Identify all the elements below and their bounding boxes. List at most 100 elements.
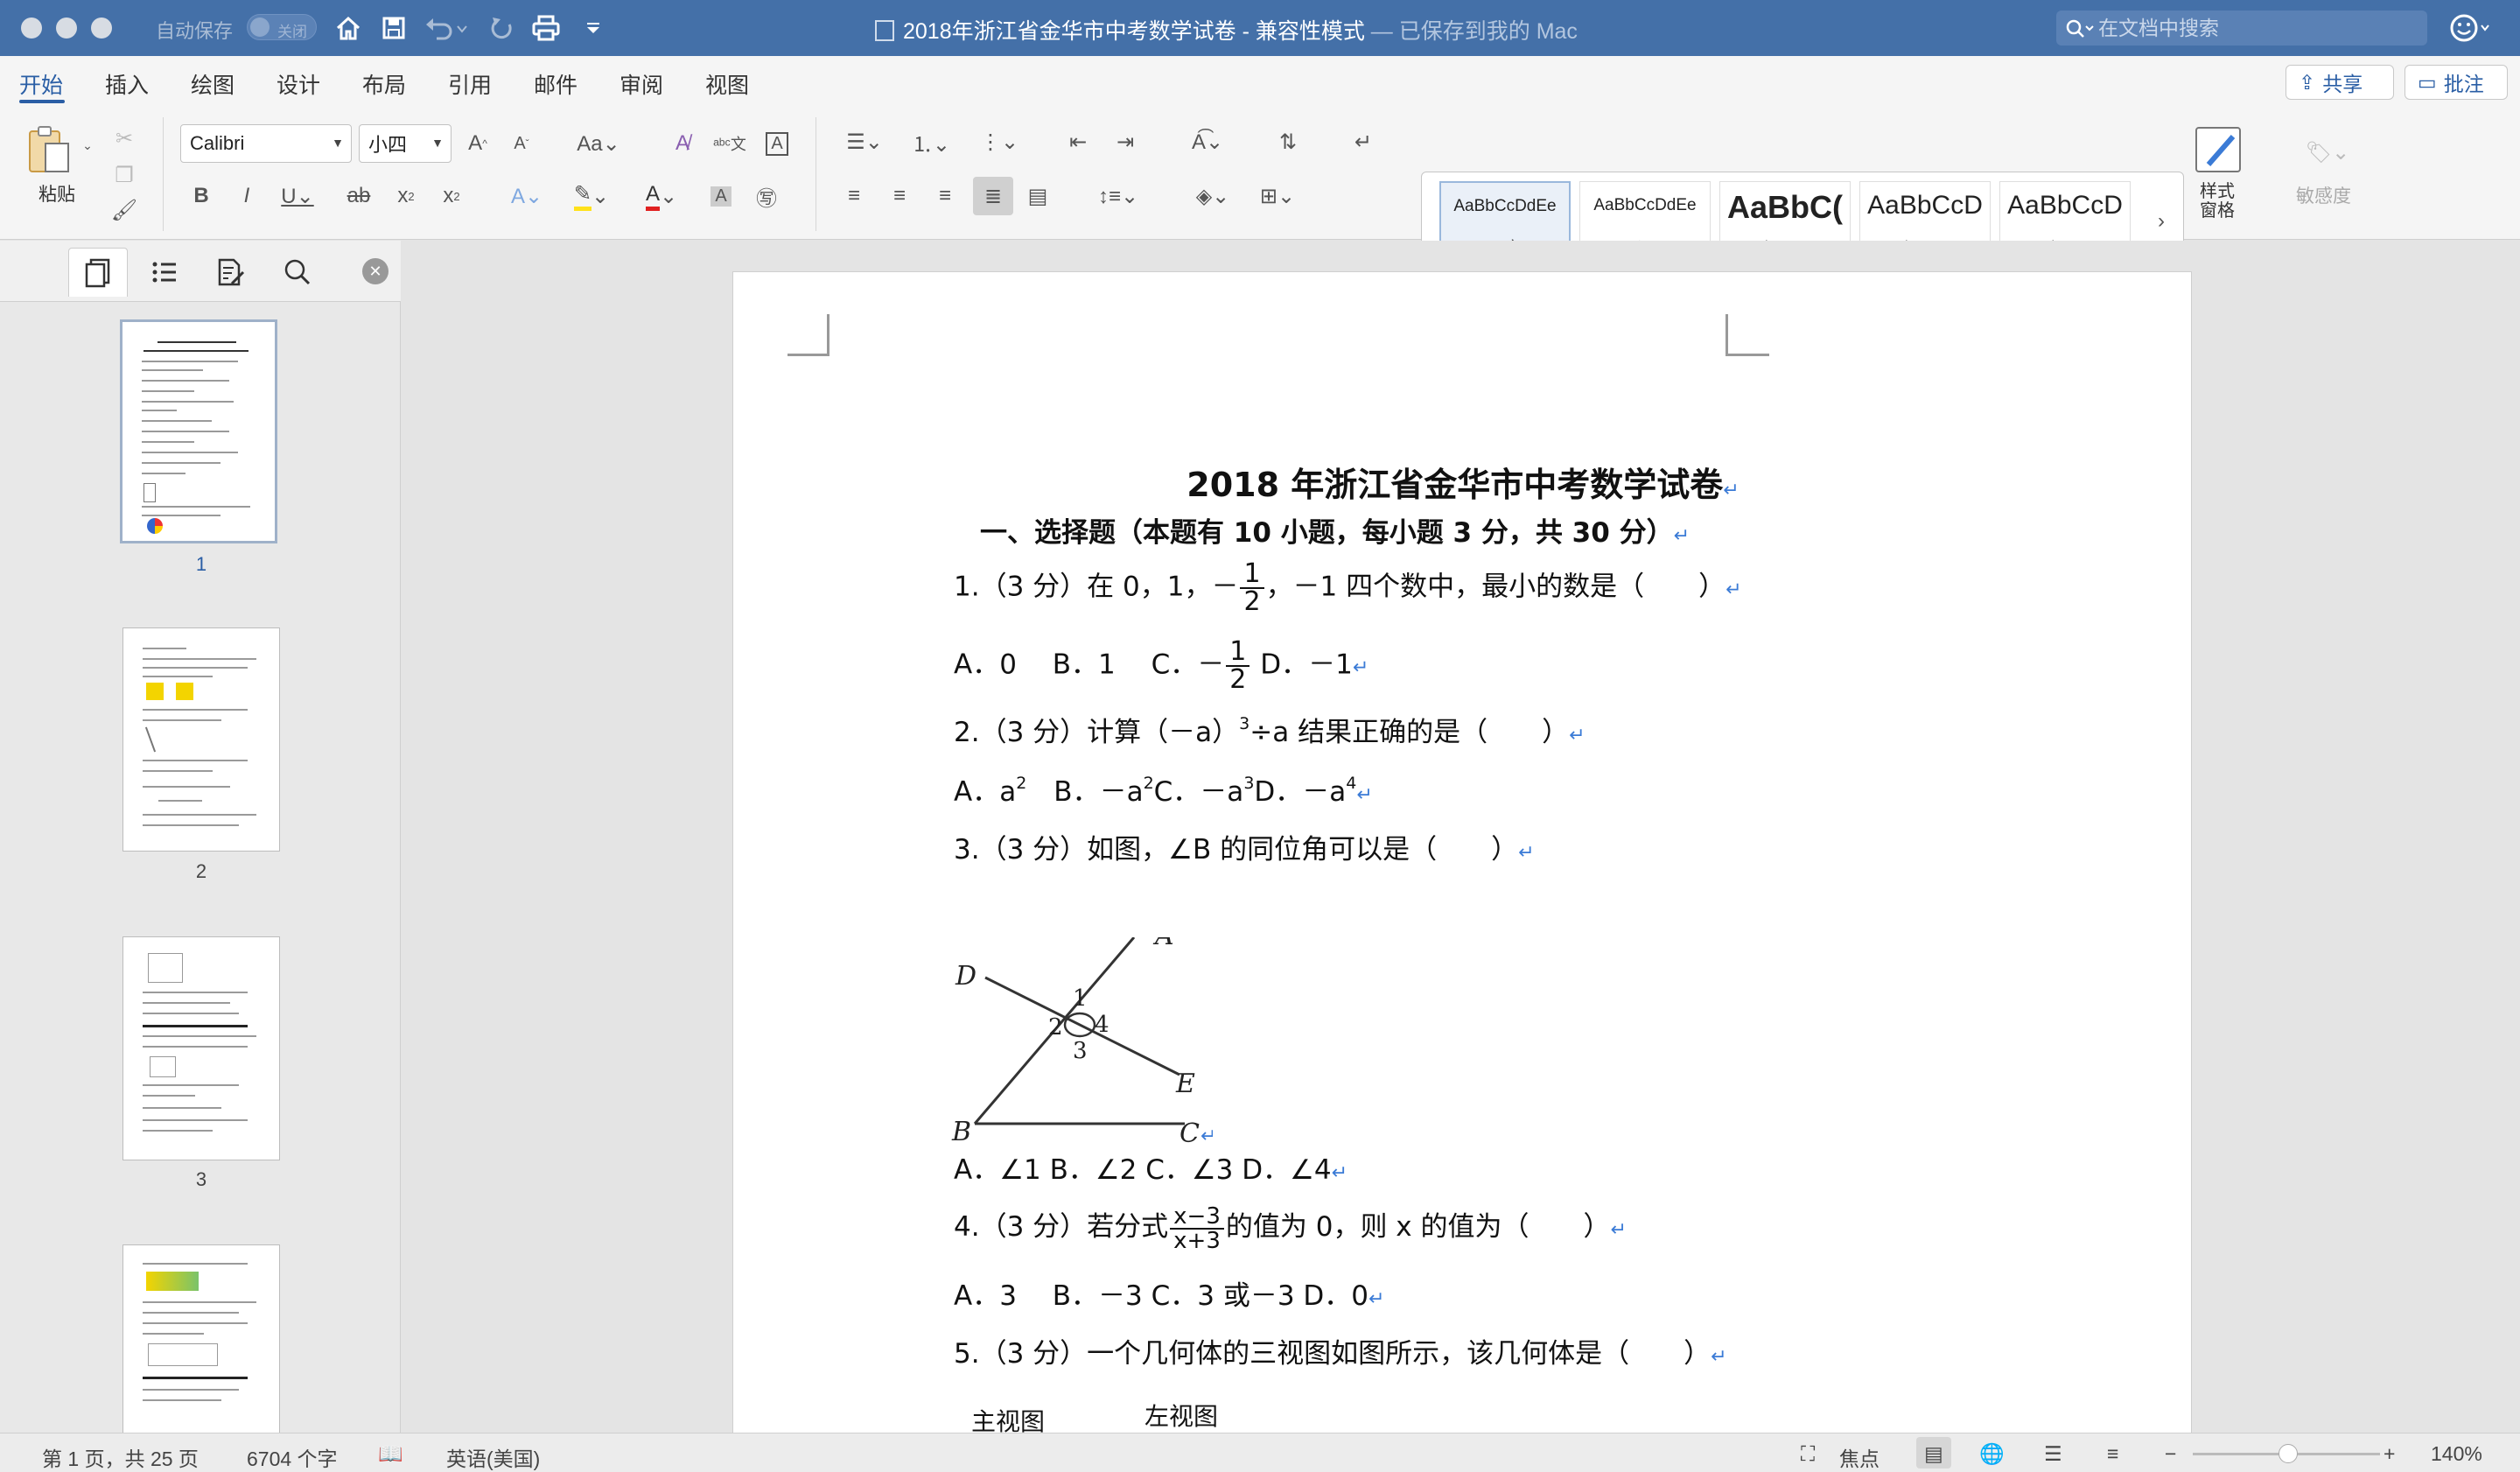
- section-heading: 一、选择题（本题有 10 小题，每小题 3 分，共 30 分）↵: [980, 517, 1690, 549]
- sort-icon[interactable]: ⇅: [1270, 124, 1306, 159]
- chinese-layout-icon[interactable]: A͡⌄: [1180, 124, 1236, 159]
- tab-references[interactable]: 引用: [448, 68, 492, 100]
- character-shading-icon[interactable]: A: [705, 179, 737, 214]
- justify-icon[interactable]: ≣: [973, 177, 1013, 215]
- autosave-label: 自动保存: [156, 20, 234, 42]
- font-name-combo[interactable]: Calibri ▼: [180, 124, 352, 163]
- superscript-icon[interactable]: x2: [436, 179, 467, 214]
- clear-formatting-icon[interactable]: A̸: [665, 126, 700, 161]
- align-left-icon[interactable]: ≡: [836, 179, 872, 214]
- italic-icon[interactable]: I: [231, 179, 262, 214]
- decrease-indent-icon[interactable]: ⇤: [1060, 124, 1096, 159]
- text-effects-icon[interactable]: A⌄: [502, 179, 551, 214]
- word-count[interactable]: 6704 个字: [247, 1442, 338, 1472]
- tab-view[interactable]: 视图: [705, 68, 749, 100]
- document-title: 2018年浙江省金华市中考数学试卷 - 兼容性模式 — 已保存到我的 Mac: [875, 14, 1578, 46]
- strikethrough-icon[interactable]: ab: [341, 179, 376, 214]
- minimize-window-button[interactable]: [56, 18, 77, 39]
- close-pane-icon[interactable]: ✕: [362, 258, 388, 284]
- tab-draw[interactable]: 绘图: [191, 68, 234, 100]
- numbering-icon[interactable]: ⒈⌄: [903, 124, 959, 159]
- copy-icon[interactable]: ❐: [108, 159, 140, 191]
- tab-layout[interactable]: 布局: [362, 68, 406, 100]
- grow-font-icon[interactable]: A ^: [462, 126, 494, 161]
- print-layout-icon[interactable]: ▤: [1916, 1437, 1951, 1468]
- document-canvas[interactable]: 2018 年浙江省金华市中考数学试卷↵ 一、选择题（本题有 10 小题，每小题 …: [402, 241, 2520, 1433]
- customize-toolbar-icon[interactable]: [578, 12, 609, 44]
- search-field[interactable]: [2056, 11, 2427, 46]
- shading-icon[interactable]: ◈⌄: [1185, 179, 1241, 214]
- page-thumbnail-2[interactable]: [122, 627, 280, 852]
- distribute-icon[interactable]: ▤: [1020, 179, 1055, 214]
- zoom-slider-knob[interactable]: [2278, 1444, 2298, 1463]
- undo-icon[interactable]: [422, 12, 471, 44]
- styles-more-chevron-icon[interactable]: ›: [2148, 204, 2174, 239]
- multilevel-list-icon[interactable]: ⋮⌄: [971, 124, 1027, 159]
- subscript-icon[interactable]: x2: [390, 179, 422, 214]
- paste-options-chevron-icon[interactable]: ⌄: [79, 137, 96, 154]
- highlight-color-icon[interactable]: ✎ ⌄: [567, 179, 616, 214]
- fig-label-a: A: [1152, 937, 1174, 951]
- align-right-icon[interactable]: ≡: [928, 179, 962, 214]
- zoom-in-icon[interactable]: +: [2384, 1442, 2395, 1466]
- close-window-button[interactable]: [21, 18, 42, 39]
- language[interactable]: 英语(美国): [446, 1442, 540, 1472]
- align-center-icon[interactable]: ≡: [882, 179, 917, 214]
- redo-icon[interactable]: [486, 12, 518, 44]
- draft-view-icon[interactable]: ≡: [2107, 1442, 2118, 1466]
- borders-icon[interactable]: ⊞⌄: [1250, 179, 1306, 214]
- show-formatting-marks-icon[interactable]: ↵: [1346, 124, 1381, 159]
- question-3: 3.（3 分）如图，∠B 的同位角可以是（ ）↵: [954, 834, 1535, 866]
- zoom-window-button[interactable]: [91, 18, 112, 39]
- bullets-icon[interactable]: ☰⌄: [836, 124, 892, 159]
- page-thumbnail-3[interactable]: [122, 936, 280, 1160]
- cut-icon[interactable]: ✂: [108, 123, 140, 154]
- format-painter-icon[interactable]: 🖌: [108, 194, 140, 226]
- phonetic-guide-icon[interactable]: ᵃᵇᶜ文: [712, 126, 747, 161]
- increase-indent-icon[interactable]: ⇥: [1108, 124, 1143, 159]
- proofing-icon[interactable]: 📖: [378, 1442, 403, 1466]
- fig-label-2: 2: [1048, 1014, 1063, 1041]
- save-icon[interactable]: [378, 12, 410, 44]
- home-icon[interactable]: [332, 12, 364, 44]
- focus-icon[interactable]: ⛶: [1801, 1442, 1815, 1466]
- line-spacing-icon[interactable]: ↕≡⌄: [1090, 179, 1146, 214]
- sensitivity-icon[interactable]: 🏷⌄: [2292, 124, 2362, 180]
- shrink-font-icon[interactable]: Aˇ: [506, 126, 537, 161]
- print-icon[interactable]: [530, 12, 562, 44]
- font-size-combo[interactable]: 小四 ▼: [359, 124, 452, 163]
- feedback-smiley-icon[interactable]: [2450, 12, 2492, 48]
- share-button[interactable]: ⇪ 共享: [2286, 65, 2394, 100]
- fig-label-c: C: [1180, 1118, 1200, 1147]
- underline-icon[interactable]: U⌄: [273, 179, 322, 214]
- character-border-icon[interactable]: A: [760, 126, 794, 161]
- zoom-out-icon[interactable]: −: [2165, 1442, 2176, 1466]
- comments-button[interactable]: ▭ 批注: [2404, 65, 2508, 100]
- word-document-icon: [875, 20, 894, 41]
- tab-review[interactable]: 审阅: [620, 68, 663, 100]
- web-layout-icon[interactable]: 🌐: [1979, 1442, 2005, 1466]
- styles-pane-icon[interactable]: [2191, 123, 2247, 179]
- focus-label[interactable]: 焦点: [1839, 1442, 1880, 1472]
- tab-home[interactable]: 开始: [19, 68, 63, 100]
- tab-design[interactable]: 设计: [276, 68, 320, 100]
- paste-icon[interactable]: [21, 123, 77, 179]
- document-map-tab-icon[interactable]: [201, 248, 261, 297]
- search-tab-icon[interactable]: [268, 248, 327, 297]
- crop-mark-left: [788, 314, 830, 356]
- change-case-icon[interactable]: Aa⌄: [572, 126, 625, 161]
- page-info[interactable]: 第 1 页，共 25 页: [42, 1442, 199, 1472]
- document-page[interactable]: 2018 年浙江省金华市中考数学试卷↵ 一、选择题（本题有 10 小题，每小题 …: [732, 271, 2192, 1433]
- autosave-toggle[interactable]: 关闭: [247, 14, 317, 40]
- page-thumbnail-1[interactable]: [120, 319, 277, 543]
- font-color-icon[interactable]: A ⌄: [637, 179, 686, 214]
- tab-insert[interactable]: 插入: [105, 68, 149, 100]
- bold-icon[interactable]: B: [186, 179, 217, 214]
- outline-view-icon[interactable]: ☰: [2044, 1442, 2062, 1466]
- thumbnails-tab-icon[interactable]: [68, 248, 128, 297]
- zoom-level[interactable]: 140%: [2431, 1442, 2482, 1466]
- outline-tab-icon[interactable]: [135, 248, 194, 297]
- enclose-characters-icon[interactable]: ㊢: [749, 179, 784, 214]
- search-input[interactable]: [2098, 14, 2413, 42]
- tab-mailings[interactable]: 邮件: [534, 68, 578, 100]
